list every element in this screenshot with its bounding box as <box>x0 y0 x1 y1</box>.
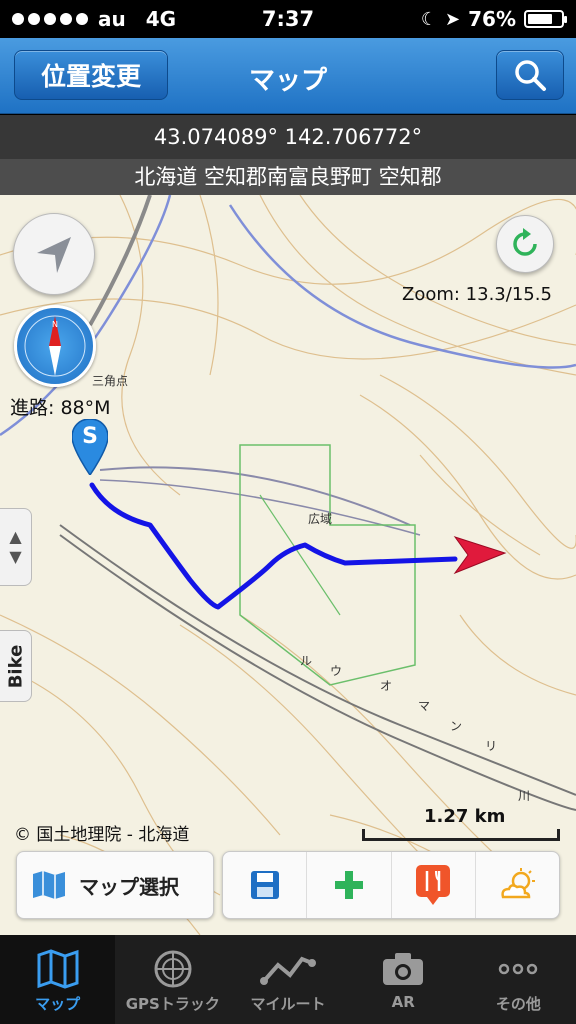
svg-text:ウ: ウ <box>330 664 342 678</box>
tab-gps-track[interactable]: GPSトラック <box>115 935 230 1024</box>
updown-tab[interactable]: ▲ ▼ <box>0 508 32 586</box>
camera-icon <box>383 953 424 985</box>
map-select-label: マップ選択 <box>79 874 179 899</box>
tab-ar[interactable]: AR <box>346 935 461 1024</box>
tab-my-route-label: マイルート <box>250 995 326 1013</box>
scale-bar <box>362 829 560 841</box>
svg-text:広域: 広域 <box>308 512 332 526</box>
svg-text:オ: オ <box>380 679 392 693</box>
zoom-label: Zoom: 13.3/15.5 <box>402 284 552 305</box>
weather-icon <box>501 868 536 899</box>
restaurant-button[interactable] <box>392 852 476 918</box>
svg-text:川: 川 <box>518 789 530 803</box>
chevron-up-icon: ▲ <box>9 527 22 546</box>
gps-track-icon <box>154 950 192 988</box>
chevron-down-icon: ▼ <box>9 547 22 566</box>
map-view[interactable]: 三角点 広域 ル ウ オ マ ン リ 川 S N 進路: 88°M Zoom: … <box>0 195 576 935</box>
restaurant-icon <box>416 865 451 905</box>
address-banner: 北海道 空知郡南富良野町 空知郡 <box>0 159 576 195</box>
compass-button[interactable]: N <box>14 305 96 387</box>
bike-mode-label: Bike <box>5 644 26 688</box>
scale-label: 1.27 km <box>424 806 506 827</box>
start-marker-label: S <box>82 424 98 449</box>
add-icon <box>334 871 363 899</box>
tab-my-route[interactable]: マイルート <box>230 935 345 1024</box>
location-arrow-icon: ➤ <box>445 8 461 30</box>
weather-button[interactable] <box>476 852 559 918</box>
tab-bar: マップ GPSトラック マイルート AR その他 <box>0 935 576 1024</box>
nav-bar: 位置変更 マップ <box>0 38 576 114</box>
tab-gps-track-label: GPSトラック <box>125 995 220 1013</box>
heading-label: 進路: 88°M <box>10 397 111 419</box>
compass-icon: N <box>24 315 86 377</box>
svg-text:リ: リ <box>485 739 497 753</box>
coordinates-banner: 43.074089° 142.706772° <box>0 115 576 159</box>
svg-text:三角点: 三角点 <box>92 374 128 388</box>
status-bar: au 4G 7:37 ☾ ➤ 76% <box>0 0 576 38</box>
page-title: マップ <box>248 66 327 96</box>
save-icon <box>250 871 279 899</box>
tab-map[interactable]: マップ <box>0 935 116 1024</box>
my-route-icon <box>260 956 316 985</box>
locate-me-button[interactable] <box>13 213 95 295</box>
map-icon <box>37 949 79 989</box>
svg-text:ル: ル <box>300 654 312 668</box>
tab-more[interactable]: その他 <box>461 935 576 1024</box>
svg-text:マ: マ <box>418 699 430 713</box>
search-icon <box>515 60 546 91</box>
moon-icon: ☾ <box>420 8 438 30</box>
tab-ar-label: AR <box>391 993 415 1011</box>
svg-text:N: N <box>52 320 58 329</box>
tab-more-label: その他 <box>495 995 541 1013</box>
search-button[interactable] <box>496 50 564 100</box>
bike-mode-tab[interactable]: Bike <box>0 630 32 702</box>
svg-text:ン: ン <box>450 719 462 733</box>
refresh-button[interactable] <box>496 215 554 273</box>
navigation-arrow-icon <box>37 237 71 273</box>
map-select-button[interactable]: マップ選択 <box>16 851 214 919</box>
refresh-icon <box>513 228 537 256</box>
tab-map-label: マップ <box>35 995 81 1013</box>
more-icon <box>499 963 538 975</box>
add-button[interactable] <box>307 852 392 918</box>
save-button[interactable] <box>223 852 308 918</box>
battery-percent: 76% <box>468 7 516 31</box>
map-attribution: © 国土地理院 - 北海道 <box>14 825 190 845</box>
map-icon <box>33 871 65 899</box>
battery-icon <box>524 10 567 28</box>
map-tools <box>222 851 560 919</box>
